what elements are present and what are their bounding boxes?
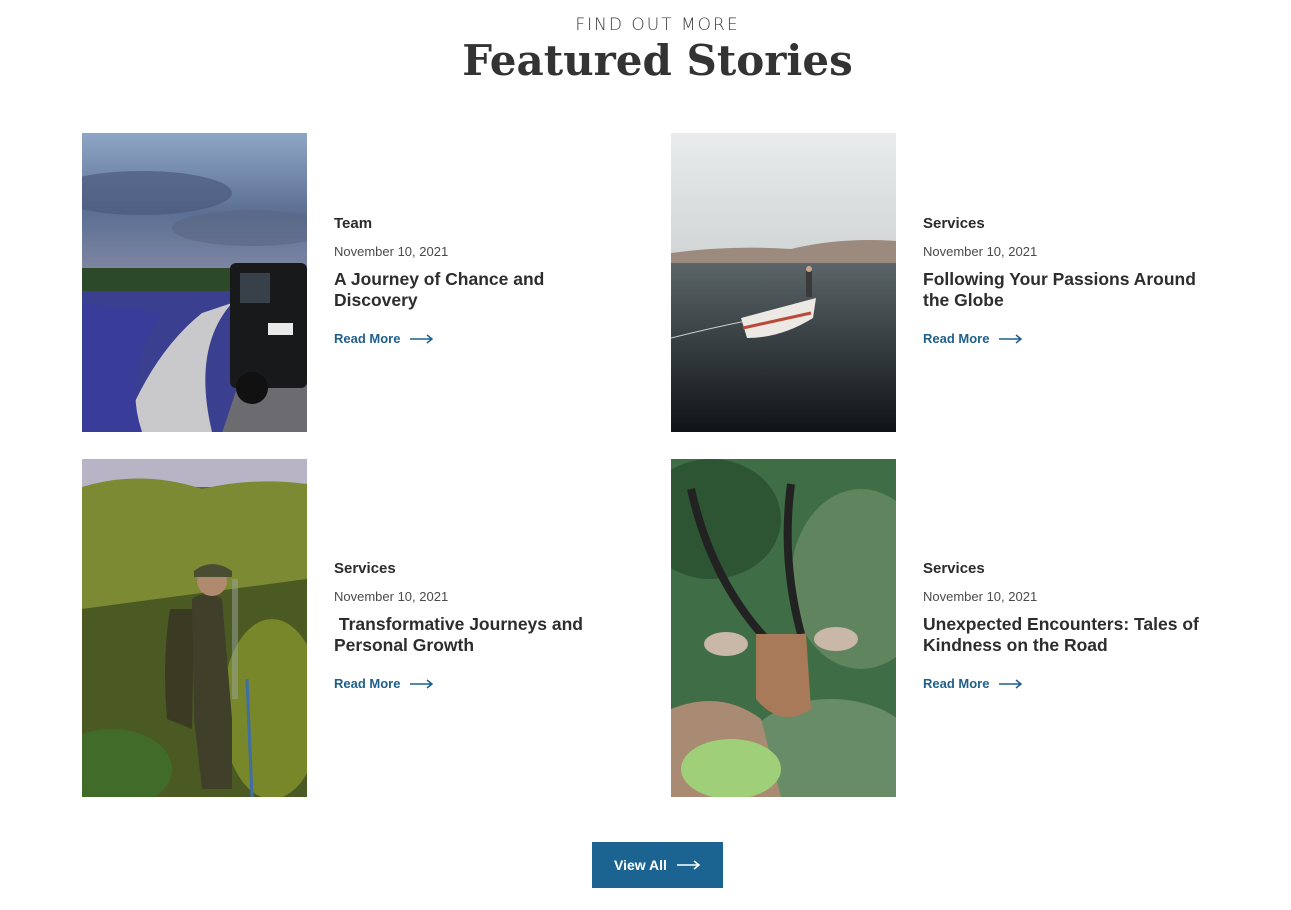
story-title[interactable]: A Journey of Chance and Discovery: [334, 269, 624, 311]
read-more-label: Read More: [334, 676, 401, 691]
read-more-link[interactable]: Read More: [923, 676, 1023, 691]
story-date: November 10, 2021: [923, 244, 1038, 259]
read-more-label: Read More: [923, 676, 990, 691]
story-category[interactable]: Services: [923, 215, 1213, 232]
story-category[interactable]: Team: [334, 215, 624, 232]
story-image-lavender-road[interactable]: [82, 133, 307, 432]
story-image-hiker[interactable]: [82, 459, 307, 797]
story-date: November 10, 2021: [923, 589, 1038, 604]
read-more-label: Read More: [923, 331, 990, 346]
story-title[interactable]: Unexpected Encounters: Tales of Kindness…: [923, 614, 1213, 656]
read-more-link[interactable]: Read More: [334, 676, 434, 691]
read-more-link[interactable]: Read More: [334, 331, 434, 346]
section-title: Featured Stories: [462, 36, 853, 85]
story-image-boat-lake[interactable]: [671, 133, 896, 432]
story-category[interactable]: Services: [334, 560, 624, 577]
story-title[interactable]: Following Your Passions Around the Globe: [923, 269, 1213, 311]
section-eyebrow: FIND OUT MORE: [575, 15, 740, 35]
arrow-right-icon: [999, 678, 1023, 689]
story-date: November 10, 2021: [334, 589, 449, 604]
story-date: November 10, 2021: [334, 244, 449, 259]
view-all-label: View All: [614, 857, 667, 873]
arrow-right-icon: [410, 333, 434, 344]
story-image-antelope[interactable]: [671, 459, 896, 797]
arrow-right-icon: [999, 333, 1023, 344]
read-more-label: Read More: [334, 331, 401, 346]
story-category[interactable]: Services: [923, 560, 1213, 577]
arrow-right-icon: [410, 678, 434, 689]
arrow-right-icon: [676, 860, 701, 870]
read-more-link[interactable]: Read More: [923, 331, 1023, 346]
view-all-button[interactable]: View All: [592, 842, 723, 888]
story-title[interactable]: Transformative Journeys and Personal Gro…: [334, 614, 624, 656]
